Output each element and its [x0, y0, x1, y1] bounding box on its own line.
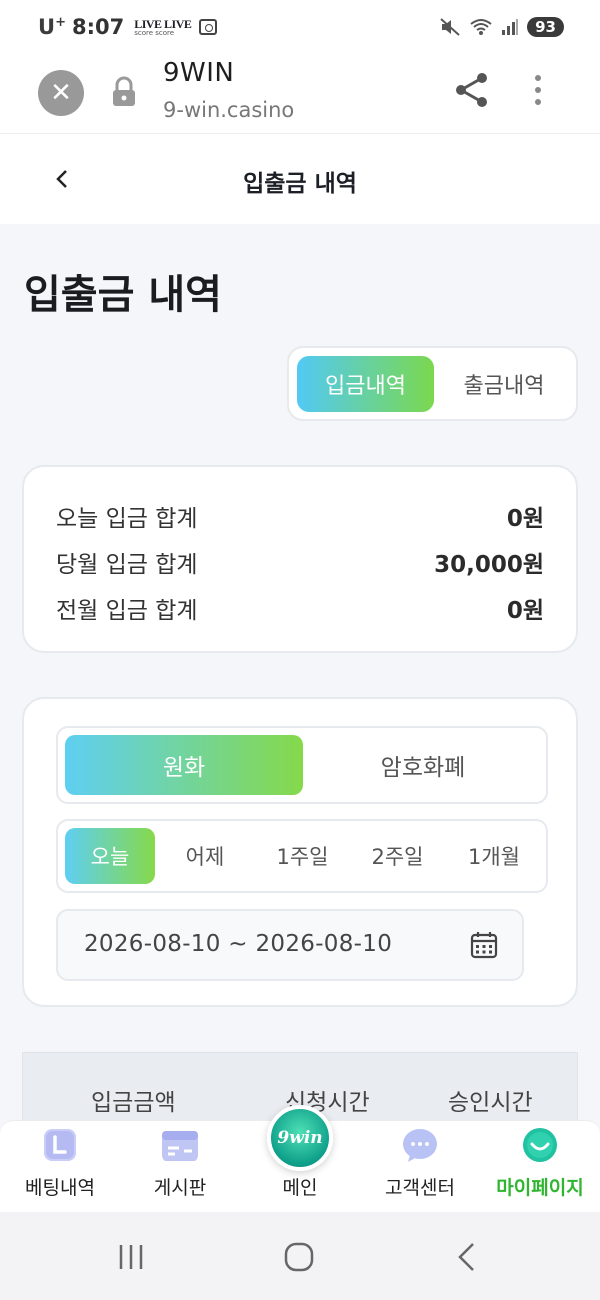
tab-deposit-history[interactable]: 입금내역 [297, 356, 434, 412]
carrier-label: U+ [38, 15, 66, 39]
nav-item-my-page[interactable]: 마이페이지 [480, 1127, 600, 1200]
chat-icon [403, 1129, 437, 1162]
wifi-icon [470, 19, 492, 35]
site-url[interactable]: 9-win.casino [163, 98, 294, 122]
summary-value: 0원 [506, 506, 544, 532]
more-options-icon[interactable] [528, 72, 548, 108]
header-title: 입출금 내역 [243, 171, 357, 197]
system-nav-bar [0, 1212, 600, 1300]
column-header-approval-time: 승인시간 [448, 1090, 533, 1116]
summary-row-month: 당월 입금 합계 30,000원 [56, 545, 544, 578]
column-header-amount: 입금금액 [91, 1090, 176, 1116]
close-icon[interactable]: ✕ [38, 70, 84, 116]
tab-withdrawal-history[interactable]: 출금내역 [439, 356, 569, 412]
live-score-icon: LIVE LIVE score score [134, 16, 192, 37]
currency-crypto-button[interactable]: 암호화폐 [308, 735, 538, 795]
site-title: 9WIN [163, 58, 235, 88]
summary-row-today: 오늘 입금 합계 0원 [56, 499, 544, 532]
clock: 8:07 [71, 15, 125, 39]
period-today-button[interactable]: 오늘 [65, 828, 155, 884]
period-1month-button[interactable]: 1개월 [445, 828, 543, 884]
nav-item-board[interactable]: 게시판 [120, 1127, 240, 1200]
page-title: 입출금 내역 [24, 272, 222, 318]
recent-apps-icon[interactable] [116, 1242, 146, 1272]
mute-icon [440, 18, 460, 36]
date-range-text: 2026-08-10 ~ 2026-08-10 [84, 931, 393, 957]
date-range-field[interactable]: 2026-08-10 ~ 2026-08-10 [56, 909, 524, 981]
period-toggle: 오늘 어제 1주일 2주일 1개월 [56, 819, 548, 893]
summary-label: 오늘 입금 합계 [56, 506, 198, 532]
board-icon [162, 1131, 198, 1161]
share-icon[interactable] [452, 70, 492, 110]
battery-indicator: 93 [527, 17, 564, 37]
currency-toggle: 원화 암호화폐 [56, 726, 548, 804]
summary-label: 전월 입금 합계 [56, 598, 198, 624]
signal-icon [502, 19, 519, 35]
period-2week-button[interactable]: 2주일 [350, 828, 445, 884]
nav-item-customer-center[interactable]: 고객센터 [360, 1127, 480, 1200]
betting-history-icon [44, 1129, 76, 1161]
filter-card: 원화 암호화폐 오늘 어제 1주일 2주일 1개월 2026-08-10 ~ 2… [22, 697, 578, 1007]
lock-icon [113, 76, 135, 106]
history-tabs: 입금내역 출금내역 [287, 346, 578, 421]
back-icon[interactable] [455, 1241, 479, 1273]
period-1week-button[interactable]: 1주일 [255, 828, 350, 884]
page-header: 입출금 내역 [0, 134, 600, 224]
home-logo-button[interactable]: 9win [267, 1105, 333, 1171]
home-icon[interactable] [283, 1241, 315, 1273]
smile-icon [523, 1128, 557, 1162]
summary-value: 30,000원 [434, 552, 544, 578]
nav-item-betting-history[interactable]: 베팅내역 [0, 1127, 120, 1200]
currency-krw-button[interactable]: 원화 [65, 735, 303, 795]
status-bar: U+ 8:07 LIVE LIVE score score 93 [0, 0, 600, 54]
summary-value: 0원 [506, 598, 544, 624]
summary-row-last-month: 전월 입금 합계 0원 [56, 591, 544, 624]
deposit-summary-card: 오늘 입금 합계 0원 당월 입금 합계 30,000원 전월 입금 합계 0원 [22, 465, 578, 653]
screenshot-icon [199, 19, 218, 35]
period-yesterday-button[interactable]: 어제 [160, 828, 250, 884]
calendar-icon[interactable] [470, 931, 498, 959]
summary-label: 당월 입금 합계 [56, 552, 198, 578]
browser-bar: ✕ 9WIN 9-win.casino [0, 54, 600, 134]
